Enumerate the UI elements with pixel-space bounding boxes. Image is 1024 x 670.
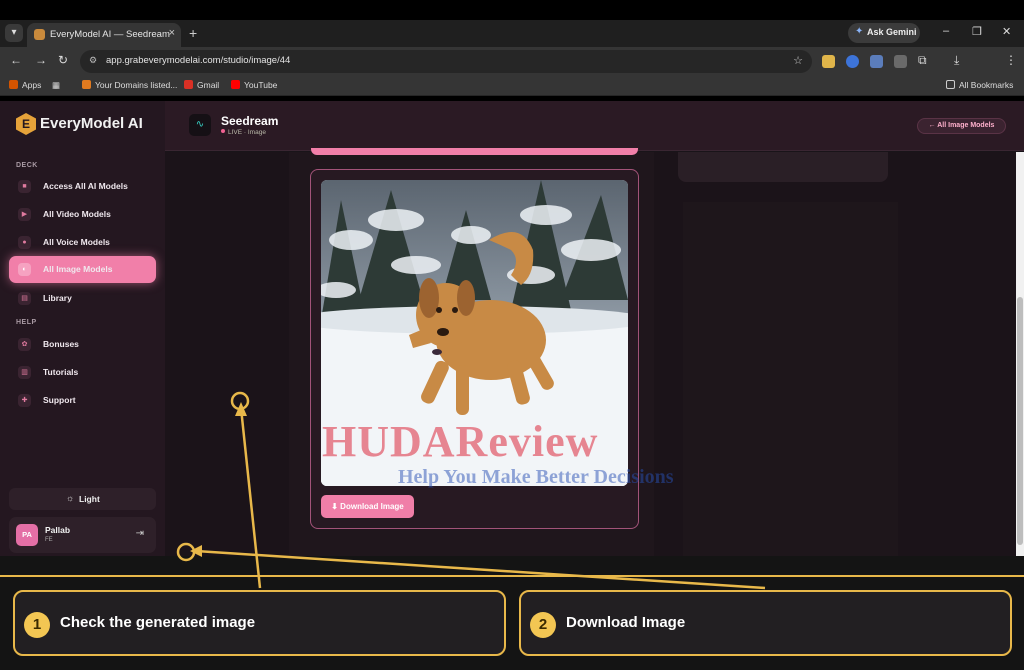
user-role: FE <box>45 537 53 543</box>
book-icon: ▥ <box>18 366 31 379</box>
status-badge: LIVE · Image <box>221 129 266 136</box>
sidebar-item-all-voice-models[interactable]: ● All Voice Models <box>9 229 156 256</box>
youtube-icon <box>231 80 240 89</box>
browser-menu-icon[interactable]: ⋮ <box>1005 53 1017 67</box>
reload-icon[interactable]: ↻ <box>58 53 68 67</box>
folder-icon <box>946 80 955 89</box>
bookmark-youtube[interactable]: YouTube <box>231 80 277 90</box>
watermark-tagline: Help You Make Better Decisions <box>398 466 674 488</box>
page-header: ∿ Seedream LIVE · Image ← All Image Mode… <box>165 101 1024 151</box>
bookmark-grid-icon[interactable]: ▦ <box>52 80 60 91</box>
window-close-icon[interactable]: ✕ <box>1002 25 1011 38</box>
sidebar-item-all-video-models[interactable]: ▶ All Video Models <box>9 201 156 228</box>
model-wave-icon: ∿ <box>189 114 211 136</box>
side-panel <box>683 202 898 556</box>
back-arrow-icon[interactable]: ← <box>10 53 22 67</box>
step-number: 1 <box>24 612 50 638</box>
bookmark-domains[interactable]: Your Domains listed... <box>82 80 177 90</box>
gemini-sparkle-icon: ✦ <box>855 26 864 37</box>
grid-icon: ■ <box>18 180 31 193</box>
sidebar-item-all-image-models[interactable]: ◐ All Image Models <box>9 256 156 283</box>
logout-icon[interactable]: ⇥ <box>136 528 144 539</box>
scrollbar-thumb[interactable] <box>1017 297 1023 545</box>
ask-gemini-button[interactable]: ✦ Ask Gemini <box>848 23 920 43</box>
new-tab-icon[interactable]: + <box>189 25 197 41</box>
extensions-puzzle-icon[interactable]: ⧉ <box>918 53 927 68</box>
step-2-box: 2 Download Image <box>519 590 1012 656</box>
extension-icon[interactable] <box>894 55 907 68</box>
gift-icon: ✿ <box>18 338 31 351</box>
watermark-title: HUDAReview <box>322 417 599 466</box>
step-1-box: 1 Check the generated image <box>13 590 506 656</box>
mic-icon: ● <box>18 236 31 249</box>
step-label: Download Image <box>566 614 686 631</box>
user-name: Pallab <box>45 525 71 535</box>
site-info-icon[interactable]: ⚙ <box>89 55 97 66</box>
address-toolbar: ← → ↻ ⚙ app.grabeverymodelai.com/studio/… <box>0 47 1024 76</box>
bookmark-gmail[interactable]: Gmail <box>184 80 219 90</box>
sidebar-item-bonuses[interactable]: ✿ Bonuses <box>9 331 156 358</box>
bookmark-apps[interactable]: Apps <box>9 80 41 90</box>
tab-search-button[interactable]: ▾ <box>5 24 23 42</box>
url-text[interactable]: app.grabeverymodelai.com/studio/image/44 <box>106 55 290 66</box>
generate-button-edge[interactable] <box>311 148 638 155</box>
extension-icon[interactable] <box>846 55 859 68</box>
sidebar-item-label: Bonuses <box>43 339 79 349</box>
all-bookmarks[interactable]: All Bookmarks <box>946 80 1013 90</box>
restore-icon[interactable]: ❐ <box>972 25 982 38</box>
site-favicon-icon <box>34 29 45 40</box>
browser-tab-strip: ▾ EveryModel AI — Seedream × + ✦ Ask Gem… <box>0 20 1024 47</box>
step-number: 2 <box>530 612 556 638</box>
url-bar[interactable]: ⚙ app.grabeverymodelai.com/studio/image/… <box>80 50 812 73</box>
sidebar-item-label: All Image Models <box>43 264 113 274</box>
settings-panel <box>678 152 888 182</box>
sidebar-item-support[interactable]: ✚ Support <box>9 387 156 414</box>
sidebar: E EveryModel AI DECK ■ Access All AI Mod… <box>0 101 165 556</box>
browser-tab[interactable]: EveryModel AI — Seedream × <box>27 23 181 47</box>
studio-main: ⬇ Download Image <box>165 148 1016 556</box>
tab-close-icon[interactable]: × <box>169 27 175 39</box>
sidebar-item-label: Tutorials <box>43 367 79 377</box>
live-dot-icon <box>221 129 225 133</box>
download-image-button[interactable]: ⬇ Download Image <box>321 495 414 518</box>
app-logo-text: EveryModel AI <box>40 115 143 132</box>
sidebar-item-tutorials[interactable]: ▥ Tutorials <box>9 359 156 386</box>
sidebar-item-library[interactable]: ▤ Library <box>9 285 156 312</box>
sidebar-item-label: All Voice Models <box>43 237 110 247</box>
library-icon: ▤ <box>18 292 31 305</box>
page-scrollbar[interactable] <box>1016 152 1024 556</box>
support-icon: ✚ <box>18 394 31 407</box>
forward-arrow-icon[interactable]: → <box>35 53 47 67</box>
all-image-models-button[interactable]: ← All Image Models <box>917 118 1006 134</box>
minimize-icon[interactable]: – <box>943 25 949 37</box>
gemini-label: Ask Gemini <box>867 27 917 37</box>
extension-icon[interactable] <box>870 55 883 68</box>
download-icon[interactable]: ⤓ <box>954 53 959 68</box>
screen-top-edge <box>0 0 1024 20</box>
avatar: PA <box>16 524 38 546</box>
bookmarks-bar: Apps ▦ Your Domains listed... Gmail YouT… <box>0 76 1024 96</box>
tab-title: EveryModel AI — Seedream <box>50 29 170 40</box>
theme-toggle-label: Light <box>79 494 100 504</box>
sidebar-item-label: All Video Models <box>43 209 111 219</box>
sun-icon: ☼ <box>66 493 75 503</box>
page-title: Seedream <box>221 114 279 128</box>
image-icon: ◐ <box>18 263 31 276</box>
logo-icon: E <box>16 113 36 135</box>
step-label: Check the generated image <box>60 614 256 631</box>
sidebar-item-label: Library <box>43 293 72 303</box>
bookmark-star-icon[interactable]: ☆ <box>793 54 803 67</box>
gmail-icon <box>184 80 193 89</box>
domains-icon <box>82 80 91 89</box>
section-label-deck: DECK <box>16 162 38 169</box>
apps-grid-icon <box>9 80 18 89</box>
play-icon: ▶ <box>18 208 31 221</box>
sidebar-item-label: Access All AI Models <box>43 181 128 191</box>
extension-icon[interactable] <box>822 55 835 68</box>
theme-toggle-button[interactable]: ☼ Light <box>9 488 156 510</box>
sidebar-item-access-all-ai-models[interactable]: ■ Access All AI Models <box>9 173 156 200</box>
user-card[interactable]: PA Pallab FE ⇥ <box>9 517 156 553</box>
sidebar-item-label: Support <box>43 395 76 405</box>
section-label-help: HELP <box>16 319 37 326</box>
